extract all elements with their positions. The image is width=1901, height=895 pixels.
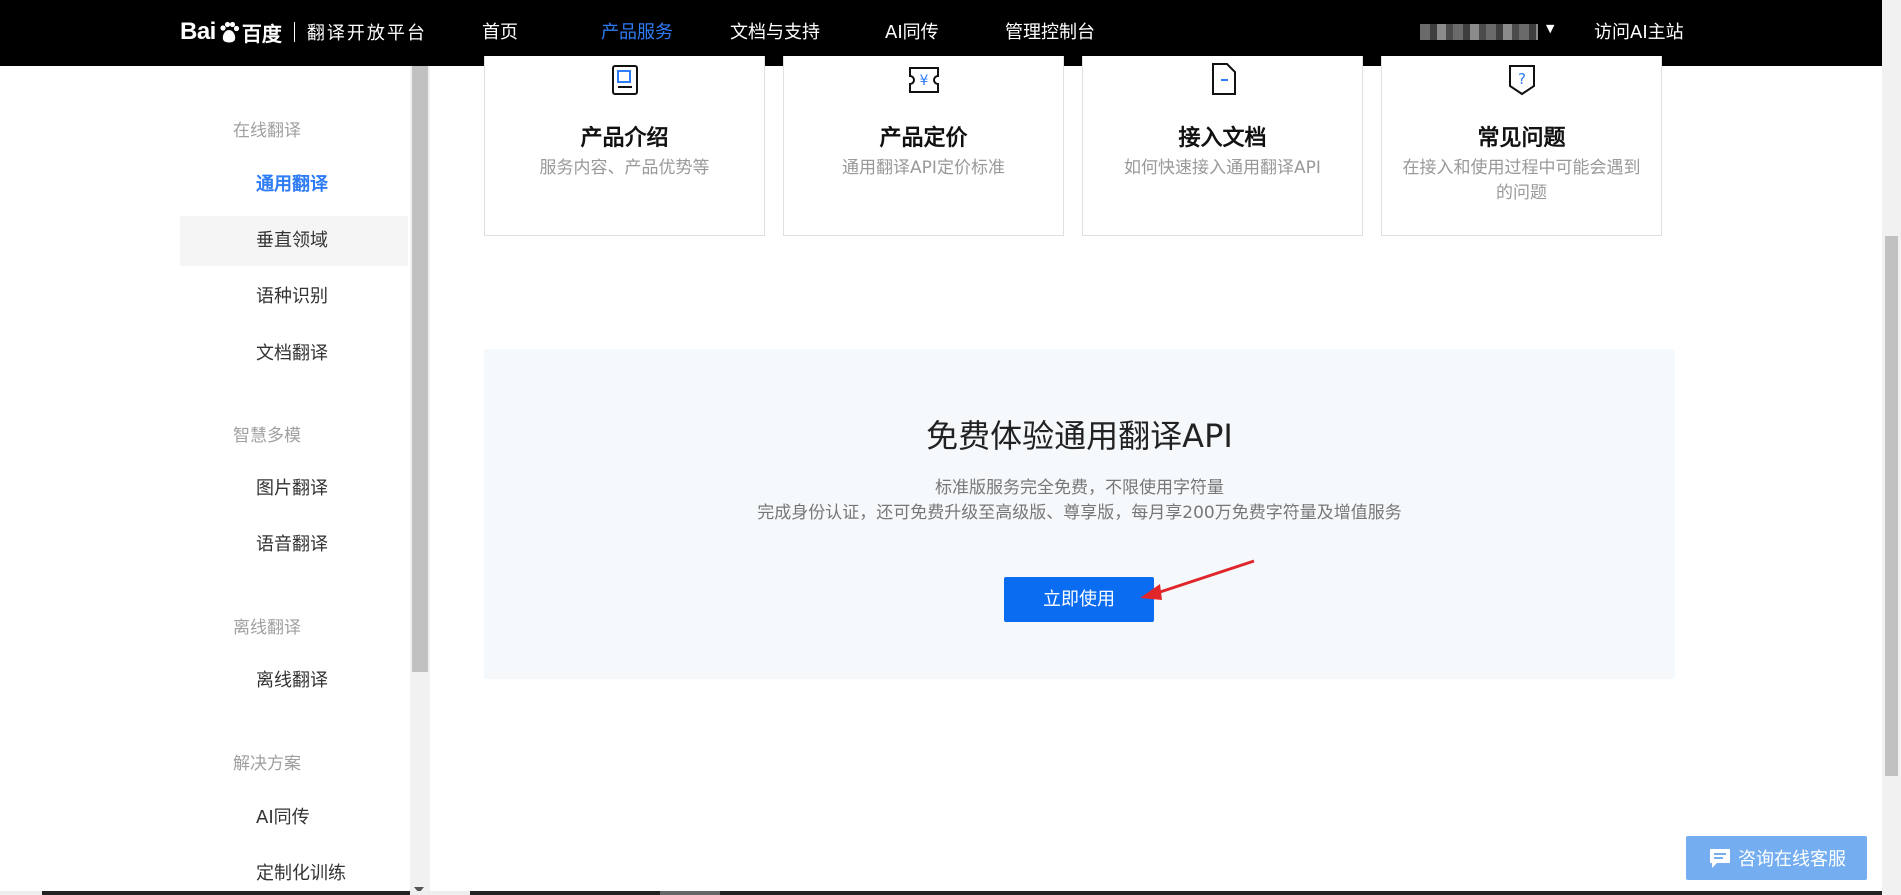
yuan-price-icon: ¥ xyxy=(908,67,939,93)
card-access-docs[interactable]: 接入文档 如何快速接入通用翻译API xyxy=(1082,56,1363,236)
nav-ai-interpret[interactable]: AI同传 xyxy=(885,18,939,44)
card-desc: 服务内容、产品优势等 xyxy=(539,158,710,178)
sidebar: 在线翻译 通用翻译 垂直领域 语种识别 文档翻译 智慧多模 图片翻译 语音翻译 … xyxy=(180,66,410,895)
card-title: 产品介绍 xyxy=(580,126,669,151)
sidebar-item-custom-training[interactable]: 定制化训练 xyxy=(180,849,408,895)
sidebar-item-general[interactable]: 通用翻译 xyxy=(180,160,408,210)
sidebar-group-online: 在线翻译 xyxy=(233,121,301,141)
svg-text:?: ? xyxy=(1518,70,1526,88)
nav-products[interactable]: 产品服务 xyxy=(601,18,673,44)
promo-line-2: 完成身份认证，还可免费升级至高级版、尊享版，每月享200万免费字符量及增值服务 xyxy=(757,503,1402,523)
card-title: 产品定价 xyxy=(879,126,968,151)
card-desc: 如何快速接入通用翻译API xyxy=(1124,158,1321,178)
card-product-intro[interactable]: 产品介绍 服务内容、产品优势等 xyxy=(484,56,765,236)
visit-ai-link[interactable]: 访问AI主站 xyxy=(1594,18,1684,44)
logo-separator xyxy=(293,22,295,42)
sidebar-group-offline: 离线翻译 xyxy=(233,618,301,638)
user-account[interactable] xyxy=(1420,24,1538,40)
sidebar-scrollbar-thumb[interactable] xyxy=(412,66,428,672)
sidebar-item-image[interactable]: 图片翻译 xyxy=(180,464,408,514)
sidebar-group-solutions: 解决方案 xyxy=(233,754,301,774)
card-desc: 在接入和使用过程中可能会遇到的问题 xyxy=(1402,158,1641,203)
page-scrollbar-thumb[interactable] xyxy=(1885,236,1898,776)
online-support-button[interactable]: 咨询在线客服 xyxy=(1686,836,1867,880)
caret-down-icon[interactable]: ▼ xyxy=(1546,22,1554,35)
sidebar-group-multimodal: 智慧多模 xyxy=(233,426,301,446)
card-faq[interactable]: ? 常见问题 在接入和使用过程中可能会遇到的问题 xyxy=(1381,56,1662,236)
taskbar-strip xyxy=(0,891,1882,895)
red-arrow-annotation xyxy=(1140,559,1255,600)
logo-bai-text: Bai xyxy=(180,18,216,45)
promo-title: 免费体验通用翻译API xyxy=(926,417,1233,455)
doc-intro-icon xyxy=(611,65,638,95)
sidebar-item-offline[interactable]: 离线翻译 xyxy=(180,656,408,706)
paw-icon xyxy=(220,21,239,43)
baidu-logo[interactable]: Bai 百度 翻译开放平台 xyxy=(180,12,427,52)
nav-console[interactable]: 管理控制台 xyxy=(1005,18,1095,44)
card-pricing[interactable]: ¥ 产品定价 通用翻译API定价标准 xyxy=(783,56,1064,236)
promo-line-1: 标准版服务完全免费，不限使用字符量 xyxy=(935,478,1224,498)
nav-home[interactable]: 首页 xyxy=(482,18,518,44)
card-desc: 通用翻译API定价标准 xyxy=(842,158,1005,178)
chat-label: 咨询在线客服 xyxy=(1738,849,1846,870)
file-doc-icon xyxy=(1211,63,1236,95)
sidebar-item-speech[interactable]: 语音翻译 xyxy=(180,520,408,570)
logo-subtitle: 翻译开放平台 xyxy=(306,23,427,44)
sidebar-item-ai-interpret[interactable]: AI同传 xyxy=(180,793,408,843)
question-shield-icon: ? xyxy=(1508,65,1535,96)
free-trial-banner: 免费体验通用翻译API 标准版服务完全免费，不限使用字符量 完成身份认证，还可免… xyxy=(484,349,1675,679)
sidebar-item-doc-translate[interactable]: 文档翻译 xyxy=(180,329,408,379)
sidebar-item-vertical[interactable]: 垂直领域 xyxy=(180,216,408,266)
card-title: 常见问题 xyxy=(1477,126,1566,151)
svg-text:¥: ¥ xyxy=(919,73,928,89)
chat-icon xyxy=(1710,849,1730,868)
page-scrollbar[interactable] xyxy=(1882,0,1901,895)
sidebar-item-lang-detect[interactable]: 语种识别 xyxy=(180,272,408,322)
logo-baidu-text: 百度 xyxy=(241,23,282,46)
card-title: 接入文档 xyxy=(1178,126,1267,151)
sidebar-scrollbar[interactable] xyxy=(410,66,430,895)
nav-docs[interactable]: 文档与支持 xyxy=(730,18,820,44)
